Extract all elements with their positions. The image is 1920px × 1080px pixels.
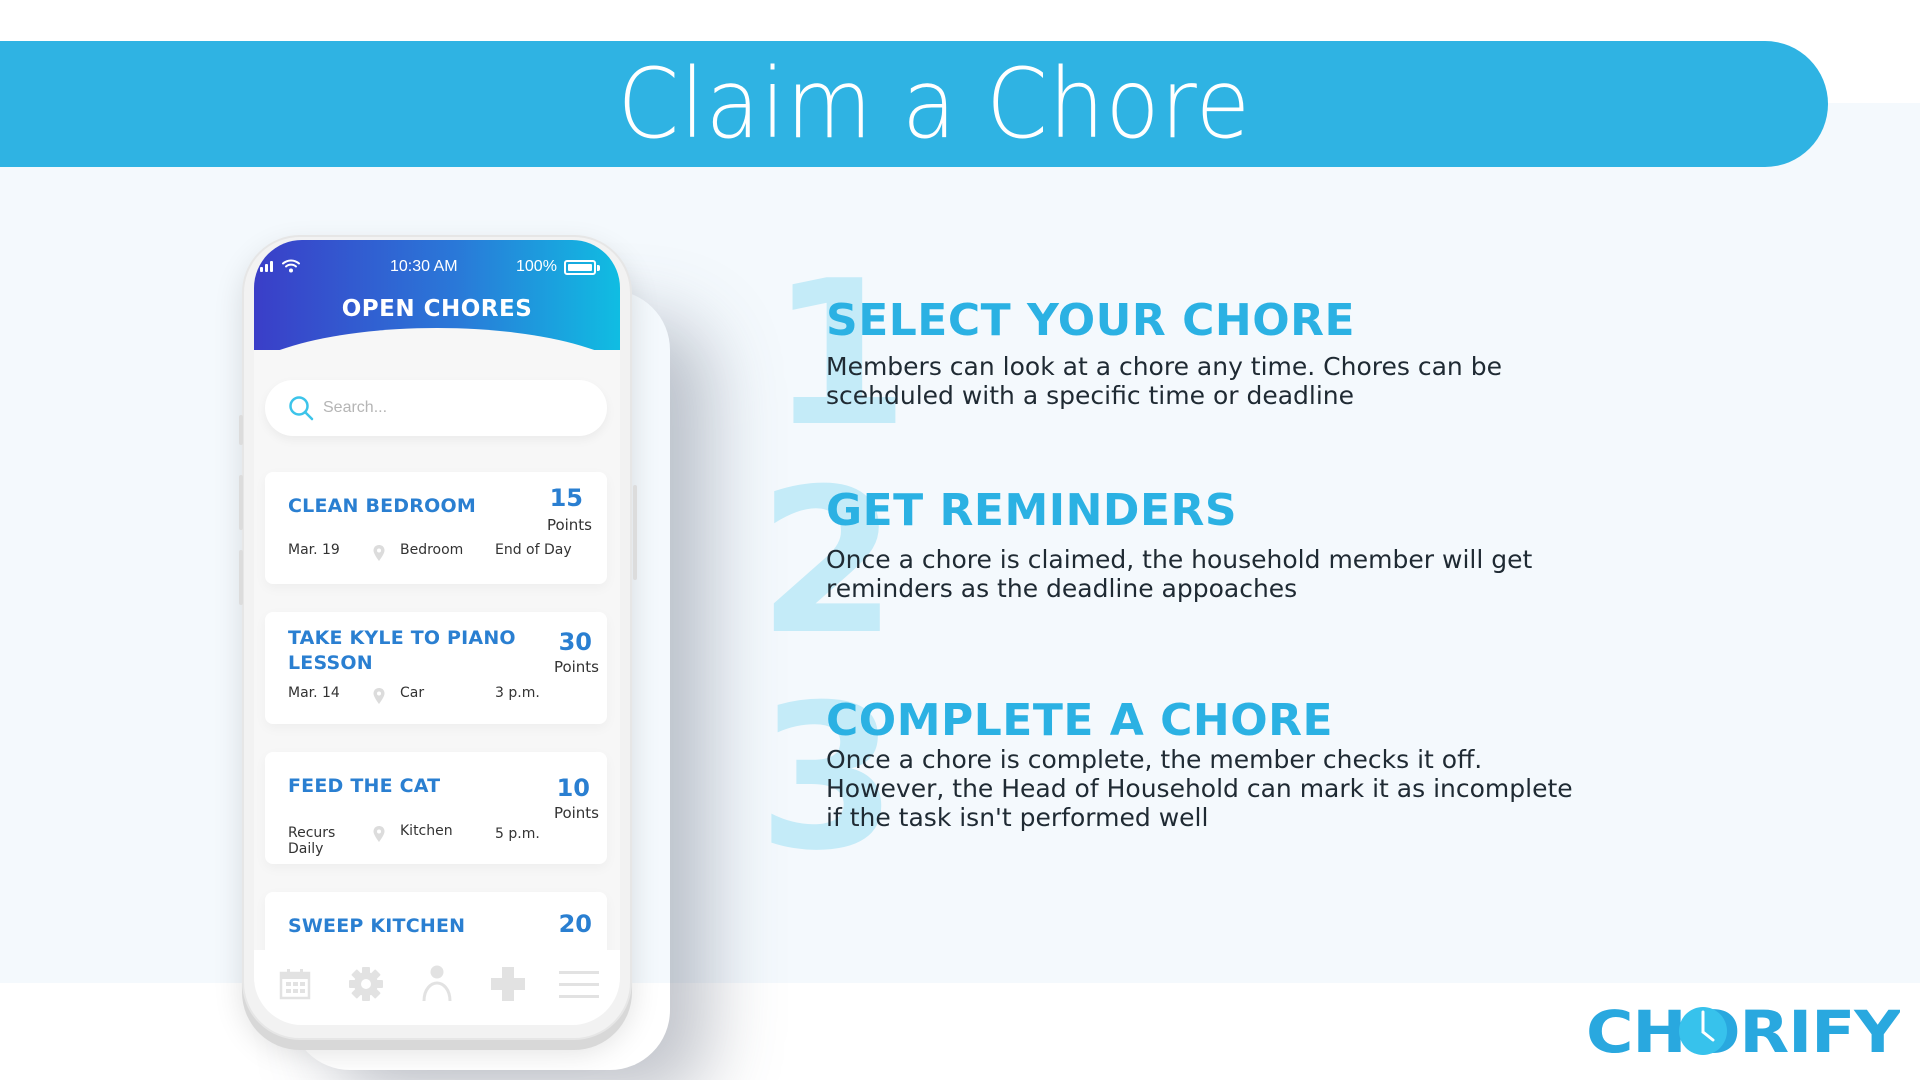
chore-time: 3 p.m.: [495, 685, 540, 701]
points-label: Points: [553, 658, 599, 676]
step-heading: COMPLETE A CHORE: [826, 695, 1334, 746]
phone-side-button: [633, 485, 637, 580]
nav-settings[interactable]: [344, 962, 388, 1006]
step-heading: SELECT YOUR CHORE: [826, 295, 1356, 346]
chore-recurrence-line2: Daily: [288, 841, 324, 857]
wifi-icon: [282, 259, 300, 273]
nav-calendar[interactable]: [273, 962, 317, 1006]
menu-icon: [558, 970, 599, 998]
chorify-logo: CHORIFY: [1586, 1002, 1900, 1058]
chore-location: Kitchen: [400, 823, 453, 839]
step-body: Members can look at a chore any time. Ch…: [826, 352, 1502, 410]
step-1: 1 SELECT YOUR CHORE Members can look at …: [770, 255, 1670, 455]
signal-icon: [260, 260, 273, 272]
step-heading: GET REMINDERS: [826, 485, 1238, 536]
search-icon: [289, 396, 314, 421]
nav-add[interactable]: [486, 962, 530, 1006]
status-bar: 10:30 AM 100%: [254, 258, 620, 278]
points-label: Points: [553, 804, 599, 822]
chore-card[interactable]: TAKE KYLE TO PIANO LESSON 30 Points Mar.…: [265, 612, 607, 724]
battery-percent: 100%: [516, 258, 557, 275]
chore-title: FEED THE CAT: [288, 775, 441, 797]
plus-icon: [490, 966, 525, 1001]
step-2: 2 GET REMINDERS Once a chore is claimed,…: [758, 463, 1670, 663]
search-input[interactable]: Search...: [265, 380, 607, 436]
clock-icon: [1679, 1007, 1727, 1055]
step-body: Once a chore is claimed, the household m…: [826, 545, 1533, 603]
chore-card[interactable]: CLEAN BEDROOM 15 Points Mar. 19 Bedroom …: [265, 472, 607, 584]
screen-title: OPEN CHORES: [341, 296, 533, 322]
slide-title: Claim a Chore: [617, 48, 1251, 160]
nav-profile[interactable]: [415, 962, 459, 1006]
chore-title-line2: LESSON: [288, 652, 373, 674]
phone-side-button: [239, 550, 243, 605]
chore-points: 10: [556, 774, 590, 802]
user-icon: [422, 965, 452, 1001]
chore-title: SWEEP KITCHEN: [288, 915, 466, 937]
step-body: Once a chore is complete, the member che…: [826, 745, 1573, 832]
gear-icon: [349, 966, 384, 1001]
chore-date: Mar. 14: [288, 685, 340, 701]
title-banner: Claim a Chore: [0, 41, 1828, 167]
step-3: 3 COMPLETE A CHORE Once a chore is compl…: [758, 679, 1670, 879]
location-pin-icon: [373, 688, 385, 704]
chore-title-line1: TAKE KYLE TO PIANO: [288, 627, 516, 649]
chore-card[interactable]: FEED THE CAT 10 Points Recurs Daily Kitc…: [265, 752, 607, 864]
chore-location: Car: [400, 685, 425, 701]
chore-points: 30: [558, 628, 592, 656]
status-time: 10:30 AM: [390, 258, 458, 275]
chore-location: Bedroom: [400, 542, 464, 558]
location-pin-icon: [373, 545, 385, 561]
chore-title: CLEAN BEDROOM: [288, 495, 476, 517]
phone-side-button: [239, 415, 243, 445]
nav-menu[interactable]: [557, 962, 601, 1006]
chore-time: 5 p.m.: [495, 826, 540, 842]
chore-recurrence-line1: Recurs: [288, 825, 336, 841]
bottom-nav: [254, 950, 620, 1025]
logo-text: CHORIFY: [1586, 1002, 1900, 1058]
chore-date: Mar. 19: [288, 542, 340, 558]
chore-points: 15: [549, 484, 583, 512]
phone-screen: 10:30 AM 100% OPEN CHORES Search... CLEA…: [254, 240, 620, 1025]
search-placeholder: Search...: [323, 399, 388, 416]
phone-side-button: [239, 475, 243, 530]
location-pin-icon: [373, 826, 385, 842]
points-label: Points: [546, 516, 592, 534]
chore-points: 20: [558, 910, 592, 938]
chore-time: End of Day: [495, 542, 572, 558]
calendar-icon: [280, 968, 311, 999]
battery-icon: [564, 260, 600, 275]
